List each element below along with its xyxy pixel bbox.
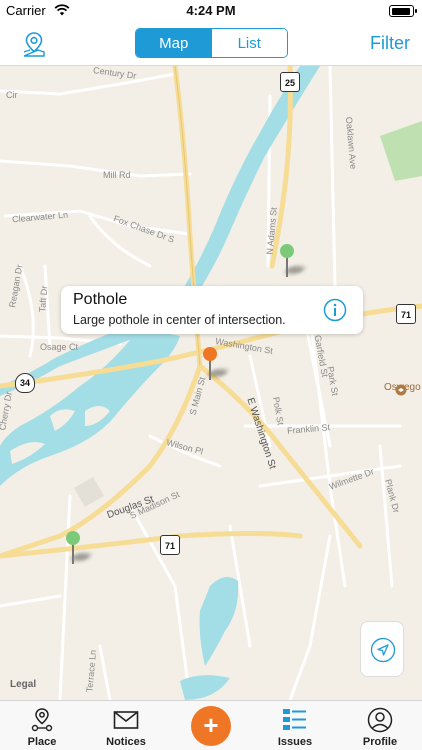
callout-title: Pothole [73,291,128,308]
battery-icon [389,5,417,17]
issue-pin[interactable] [66,531,93,565]
status-time: 4:24 PM [186,3,236,18]
place-icon [31,708,53,732]
tab-label: Place [27,736,57,748]
legal-link[interactable]: Legal [10,679,36,690]
navigation-bar: Map List Filter [0,22,422,66]
tab-issues[interactable]: Issues [253,701,337,750]
envelope-icon [113,711,139,729]
segment-map[interactable]: Map [136,29,212,57]
street-label: Mill Rd [103,170,131,180]
map-list-segmented-control: Map List [135,28,288,58]
status-bar: Carrier 4:24 PM [0,0,422,22]
location-arrow-icon [370,637,396,663]
tab-place[interactable]: Place [0,701,84,750]
current-location-button[interactable] [360,621,404,677]
callout-description: Large pothole in center of intersection. [73,313,286,327]
segment-list[interactable]: List [211,29,287,57]
tab-profile[interactable]: Profile [338,701,422,750]
info-icon[interactable] [323,298,347,322]
tab-label: Profile [362,736,398,748]
tab-notices[interactable]: Notices [84,701,168,750]
tab-label: Issues [277,736,313,748]
add-issue-button[interactable]: + [191,706,231,746]
issue-callout[interactable]: Pothole Large pothole in center of inter… [61,286,363,334]
route-71-shield: 71 [160,535,180,555]
school-icon [395,384,407,396]
issue-pin-selected[interactable] [203,347,230,381]
street-label: Cir [6,90,18,100]
add-icon: + [203,710,219,740]
route-71-shield: 71 [396,304,416,324]
location-pin-icon[interactable] [20,30,48,58]
route-25-shield: 25 [280,72,300,92]
profile-icon [367,707,393,733]
map-view[interactable]: Century Dr Mill Rd Clearwater Ln Fox Cha… [0,66,422,700]
street-label: Osage Ct [40,342,79,352]
issues-list-icon [283,709,306,730]
map-base [0,66,422,700]
us-34-shield: 34 [15,373,35,393]
tab-label: Notices [106,736,146,748]
issue-pin[interactable] [280,244,307,278]
filter-button[interactable]: Filter [370,33,410,54]
